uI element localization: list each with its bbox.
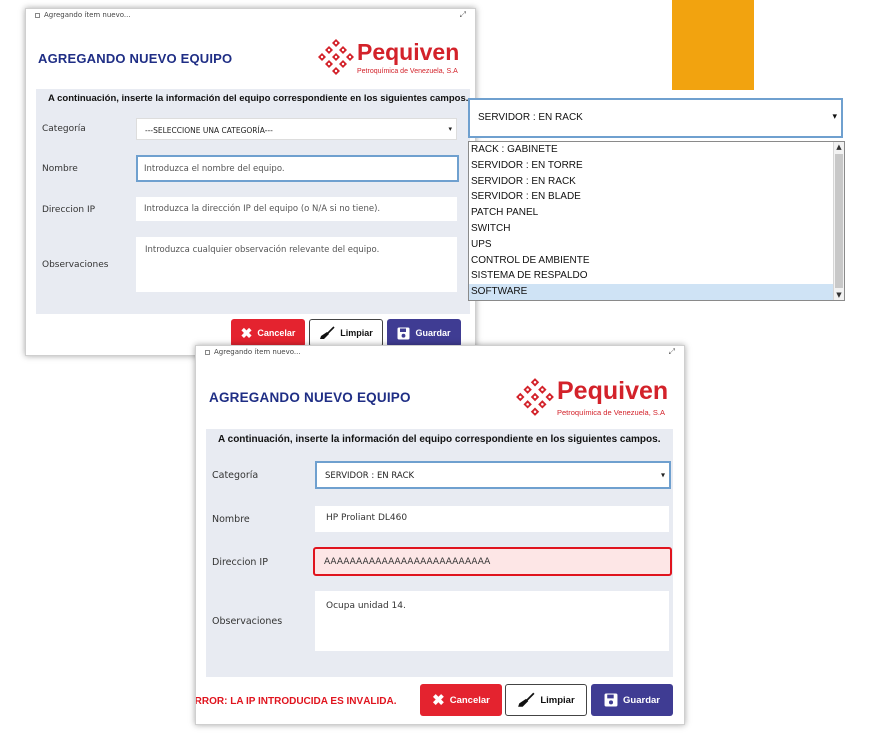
category-select-value: ---SELECCIONE UNA CATEGORÍA--- (145, 126, 273, 135)
window-titlebar-text: Agregando ítem nuevo... (214, 348, 301, 356)
notes-label: Observaciones (42, 260, 109, 270)
pequiven-logo: Pequiven Petroquímica de Venezuela, S.A (514, 374, 679, 422)
name-input-placeholder: Introduzca el nombre del equipo. (144, 164, 285, 174)
chevron-down-icon: ▾ (448, 125, 452, 133)
orange-accent-block (672, 0, 754, 90)
category-select[interactable]: ---SELECCIONE UNA CATEGORÍA--- ▾ (136, 118, 457, 140)
form-intro: A continuación, inserte la información d… (218, 434, 661, 445)
scroll-up-icon[interactable]: ▲ (834, 143, 844, 151)
notes-textarea-value: Ocupa unidad 14. (326, 601, 406, 611)
window-icon (205, 350, 210, 355)
window-titlebar: Agregando ítem nuevo... ⤢ (196, 346, 684, 360)
add-equipment-window-filled: Agregando ítem nuevo... ⤢ AGREGANDO NUEV… (195, 345, 685, 725)
window-titlebar-text: Agregando ítem nuevo... (44, 11, 131, 19)
chevron-down-icon: ▾ (832, 112, 837, 122)
ip-label: Direccion IP (42, 205, 96, 215)
ip-label: Direccion IP (212, 557, 268, 568)
notes-textarea[interactable]: Introduzca cualquier observación relevan… (136, 237, 457, 292)
ip-input[interactable]: Introduzca la dirección IP del equipo (o… (136, 197, 457, 221)
name-label: Nombre (212, 514, 250, 525)
maximize-icon[interactable]: ⤢ (669, 347, 675, 357)
logo-name: Pequiven (357, 39, 460, 65)
dropdown-option[interactable]: RACK : GABINETE (469, 142, 833, 158)
error-message: ERROR: LA IP INTRODUCIDA ES INVÁLIDA. (188, 696, 397, 707)
close-icon: ✖ (240, 324, 253, 341)
category-dropdown-list[interactable]: RACK : GABINETE SERVIDOR : EN TORRE SERVID… (468, 141, 845, 301)
save-button[interactable]: Guardar (591, 684, 673, 716)
name-label: Nombre (42, 164, 78, 174)
dropdown-option[interactable]: SERVIDOR : EN RACK (469, 174, 833, 190)
dropdown-option[interactable]: SISTEMA DE RESPALDO (469, 268, 833, 284)
broom-icon (518, 692, 535, 707)
category-select-value: SERVIDOR : EN RACK (325, 471, 415, 481)
window-icon (35, 13, 40, 18)
clear-button[interactable]: Limpiar (505, 684, 587, 716)
ip-input-value: AAAAAAAAAAAAAAAAAAAAAAAAAA (324, 557, 491, 567)
window-title: AGREGANDO NUEVO EQUIPO (209, 390, 411, 405)
form-panel: A continuación, inserte la información d… (206, 429, 673, 677)
pequiven-logo-icon (318, 39, 354, 75)
name-input[interactable]: Introduzca el nombre del equipo. (136, 155, 459, 182)
category-select[interactable]: SERVIDOR : EN RACK ▾ (315, 461, 671, 489)
category-dropdown-select[interactable]: SERVIDOR : EN RACK ▾ (468, 98, 843, 138)
save-button[interactable]: Guardar (387, 319, 461, 347)
dropdown-option[interactable]: UPS (469, 237, 833, 253)
floppy-disk-icon (397, 327, 410, 339)
cancel-button-label: Cancelar (449, 694, 490, 706)
add-equipment-window-empty: Agregando ítem nuevo... ⤢ AGREGANDO NUEV… (25, 8, 476, 356)
form-intro: A continuación, inserte la información d… (48, 93, 469, 104)
clear-button[interactable]: Limpiar (309, 319, 383, 347)
window-title: AGREGANDO NUEVO EQUIPO (38, 51, 233, 66)
clear-button-label: Limpiar (540, 694, 575, 706)
pequiven-logo-icon (516, 378, 554, 416)
notes-label: Observaciones (212, 616, 283, 627)
broom-icon (320, 326, 335, 339)
maximize-icon[interactable]: ⤢ (460, 10, 466, 20)
dropdown-option[interactable]: SERVIDOR : EN TORRE (469, 158, 833, 174)
cancel-button[interactable]: ✖ Cancelar (420, 684, 502, 716)
name-input[interactable]: HP Proliant DL460 (315, 506, 669, 532)
logo-tagline: Petroquímica de Venezuela, S.A (557, 408, 665, 417)
form-panel: A continuación, inserte la información d… (36, 89, 470, 314)
ip-input[interactable]: AAAAAAAAAAAAAAAAAAAAAAAAAA (313, 547, 672, 576)
save-button-label: Guardar (623, 694, 660, 706)
category-dropdown-selected: SERVIDOR : EN RACK (478, 112, 583, 123)
floppy-disk-icon (604, 693, 618, 707)
category-label: Categoría (42, 124, 86, 134)
save-button-label: Guardar (415, 328, 451, 338)
window-titlebar: Agregando ítem nuevo... ⤢ (26, 9, 475, 23)
scroll-down-icon[interactable]: ▼ (834, 291, 844, 299)
cancel-button-label: Cancelar (257, 328, 296, 338)
scrollbar-thumb[interactable] (835, 154, 843, 288)
logo-name: Pequiven (557, 377, 669, 405)
dropdown-option[interactable]: CONTROL DE AMBIENTE (469, 253, 833, 269)
dropdown-option[interactable]: SERVIDOR : EN BLADE (469, 189, 833, 205)
dropdown-option[interactable]: SOFTWARE (469, 284, 833, 300)
notes-textarea[interactable]: Ocupa unidad 14. (315, 591, 669, 651)
close-icon: ✖ (432, 692, 445, 709)
dropdown-scrollbar[interactable]: ▲ ▼ (833, 142, 844, 300)
clear-button-label: Limpiar (340, 328, 373, 338)
notes-textarea-placeholder: Introduzca cualquier observación relevan… (145, 245, 380, 255)
name-input-value: HP Proliant DL460 (326, 513, 408, 523)
cancel-button[interactable]: ✖ Cancelar (231, 319, 305, 347)
dropdown-option[interactable]: SWITCH (469, 221, 833, 237)
category-label: Categoría (212, 470, 259, 481)
logo-tagline: Petroquímica de Venezuela, S.A (357, 68, 458, 75)
ip-input-placeholder: Introduzca la dirección IP del equipo (o… (144, 204, 381, 214)
pequiven-logo: Pequiven Petroquímica de Venezuela, S.A (316, 37, 466, 81)
chevron-down-icon: ▾ (660, 470, 665, 480)
dropdown-option[interactable]: PATCH PANEL (469, 205, 833, 221)
